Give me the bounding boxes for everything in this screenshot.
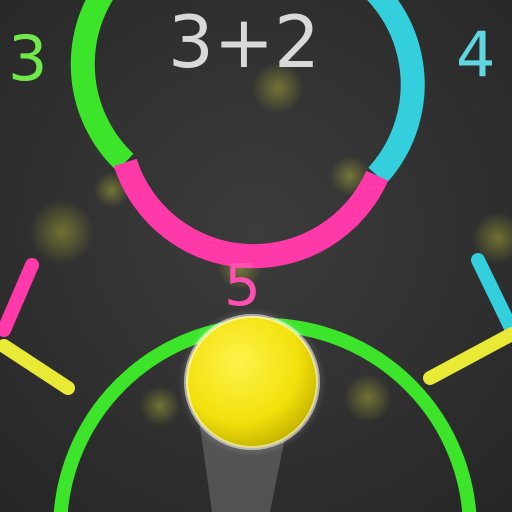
side-number-right: 4 [456,18,496,91]
right-cross-obstacle [423,253,512,385]
answer-number: 5 [224,251,261,319]
side-number-left: 3 [8,22,48,95]
cross-arm-pink [0,258,39,337]
cross-arm-yellow [0,339,75,395]
particle [140,386,180,426]
particle [344,374,392,422]
ring-segment-green [70,0,134,172]
cross-arm-cyan [471,253,512,333]
player-ball[interactable] [184,314,320,450]
equation-text: 3+2 [168,0,320,84]
left-cross-obstacle [0,258,75,395]
cross-arm-yellow [423,327,512,385]
particle [30,200,94,264]
ring-segment-cyan [367,0,425,184]
